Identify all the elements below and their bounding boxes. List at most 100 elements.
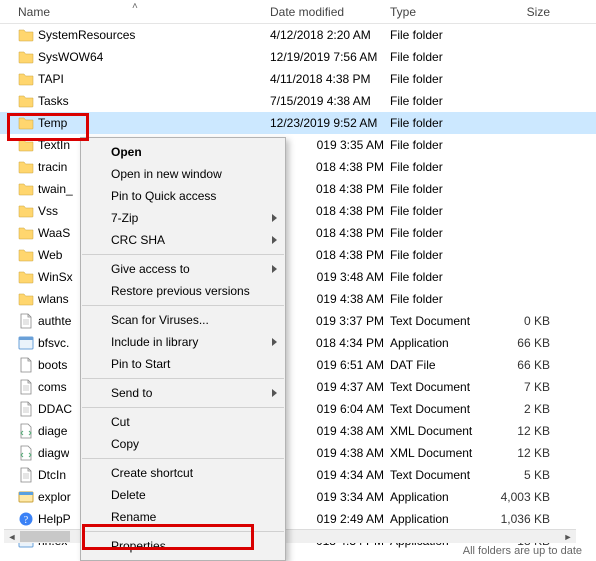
file-name: wlans [38,292,69,306]
context-menu-cut[interactable]: Cut [81,411,285,433]
cell-size: 1,036 KB [490,512,560,526]
table-row[interactable]: TAPI 4/11/2018 4:38 PMFile folder [0,68,596,90]
cell-type: File folder [390,182,490,196]
context-menu-7-zip[interactable]: 7-Zip [81,207,285,229]
file-name: coms [38,380,67,394]
column-headers: Name ˄ Date modified Type Size [0,0,596,24]
context-menu-restore-previous-versions[interactable]: Restore previous versions [81,280,285,302]
file-icon [18,313,34,329]
header-type[interactable]: Type [390,5,490,19]
context-menu-pin-to-quick-access[interactable]: Pin to Quick access [81,185,285,207]
context-menu-open[interactable]: Open [81,141,285,163]
file-name: twain_ [38,182,73,196]
context-menu-pin-to-start[interactable]: Pin to Start [81,353,285,375]
file-name: DtcIn [38,468,66,482]
cell-type: File folder [390,138,490,152]
xml-icon [18,445,34,461]
cell-date: 019 3:37 PM [270,314,390,328]
context-menu-scan-for-viruses[interactable]: Scan for Viruses... [81,309,285,331]
cell-size: 66 KB [490,358,560,372]
context-menu-separator [82,407,284,408]
cell-type: Text Document [390,402,490,416]
file-icon [18,467,34,483]
file-name: diage [38,424,67,438]
file-name: WinSx [38,270,73,284]
file-name: HelpP [38,512,71,526]
cell-name: SysWOW64 [0,49,270,65]
cell-date: 12/23/2019 9:52 AM [270,116,390,130]
cell-type: Text Document [390,468,490,482]
cell-type: Text Document [390,314,490,328]
cell-type: File folder [390,116,490,130]
cell-size: 5 KB [490,468,560,482]
context-menu-give-access-to[interactable]: Give access to [81,258,285,280]
file-name: authte [38,314,71,328]
file-name: Tasks [38,94,69,108]
file-name: Vss [38,204,58,218]
cell-type: XML Document [390,446,490,460]
table-row[interactable]: SystemResources4/12/2018 2:20 AMFile fol… [0,24,596,46]
cell-type: Application [390,490,490,504]
context-menu-separator [82,254,284,255]
table-row[interactable]: Temp12/23/2019 9:52 AMFile folder [0,112,596,134]
scroll-left-icon[interactable]: ◄ [4,530,20,544]
folder-icon [18,115,34,131]
cell-date: 4/11/2018 4:38 PM [270,72,390,86]
cell-date: 019 3:34 AM [270,490,390,504]
sort-indicator-icon: ˄ [132,1,138,12]
context-menu-separator [82,531,284,532]
header-size[interactable]: Size [490,5,560,19]
context-menu-properties[interactable]: Properties [81,535,285,557]
cell-date: 4/12/2018 2:20 AM [270,28,390,42]
cell-date: 018 4:38 PM [270,182,390,196]
folder-icon [18,49,34,65]
dat-icon [18,357,34,373]
context-menu-crc-sha[interactable]: CRC SHA [81,229,285,251]
header-name[interactable]: Name ˄ [0,5,270,19]
cell-name: Temp [0,115,270,131]
xml-icon [18,423,34,439]
scroll-thumb[interactable] [20,531,70,542]
file-name: diagw [38,446,69,460]
cell-date: 019 4:34 AM [270,468,390,482]
cell-type: File folder [390,72,490,86]
status-text: All folders are up to date [459,541,586,561]
cell-type: Application [390,336,490,350]
cell-date: 018 4:38 PM [270,204,390,218]
cell-date: 019 4:37 AM [270,380,390,394]
context-menu-create-shortcut[interactable]: Create shortcut [81,462,285,484]
cell-size: 0 KB [490,314,560,328]
context-menu-separator [82,458,284,459]
file-name: TAPI [38,72,64,86]
folder-icon [18,93,34,109]
help-icon [18,511,34,527]
cell-date: 018 4:38 PM [270,160,390,174]
cell-date: 018 4:38 PM [270,226,390,240]
cell-size: 12 KB [490,424,560,438]
table-row[interactable]: SysWOW6412/19/2019 7:56 AMFile folder [0,46,596,68]
folder-icon [18,269,34,285]
folder-icon [18,137,34,153]
folder-icon [18,71,34,87]
cell-type: File folder [390,292,490,306]
cell-type: XML Document [390,424,490,438]
cell-name: SystemResources [0,27,270,43]
header-date[interactable]: Date modified [270,5,390,19]
file-name: bfsvc. [38,336,69,350]
cell-type: Application [390,512,490,526]
cell-date: 7/15/2019 4:38 AM [270,94,390,108]
cell-name: TAPI [0,71,270,87]
context-menu-rename[interactable]: Rename [81,506,285,528]
cell-date: 019 2:49 AM [270,512,390,526]
context-menu-include-in-library[interactable]: Include in library [81,331,285,353]
context-menu: OpenOpen in new windowPin to Quick acces… [80,137,286,561]
cell-date: 019 3:48 AM [270,270,390,284]
context-menu-delete[interactable]: Delete [81,484,285,506]
context-menu-open-in-new-window[interactable]: Open in new window [81,163,285,185]
folder-icon [18,291,34,307]
cell-date: 019 4:38 AM [270,292,390,306]
context-menu-copy[interactable]: Copy [81,433,285,455]
table-row[interactable]: Tasks7/15/2019 4:38 AMFile folder [0,90,596,112]
context-menu-send-to[interactable]: Send to [81,382,285,404]
cell-name: Tasks [0,93,270,109]
